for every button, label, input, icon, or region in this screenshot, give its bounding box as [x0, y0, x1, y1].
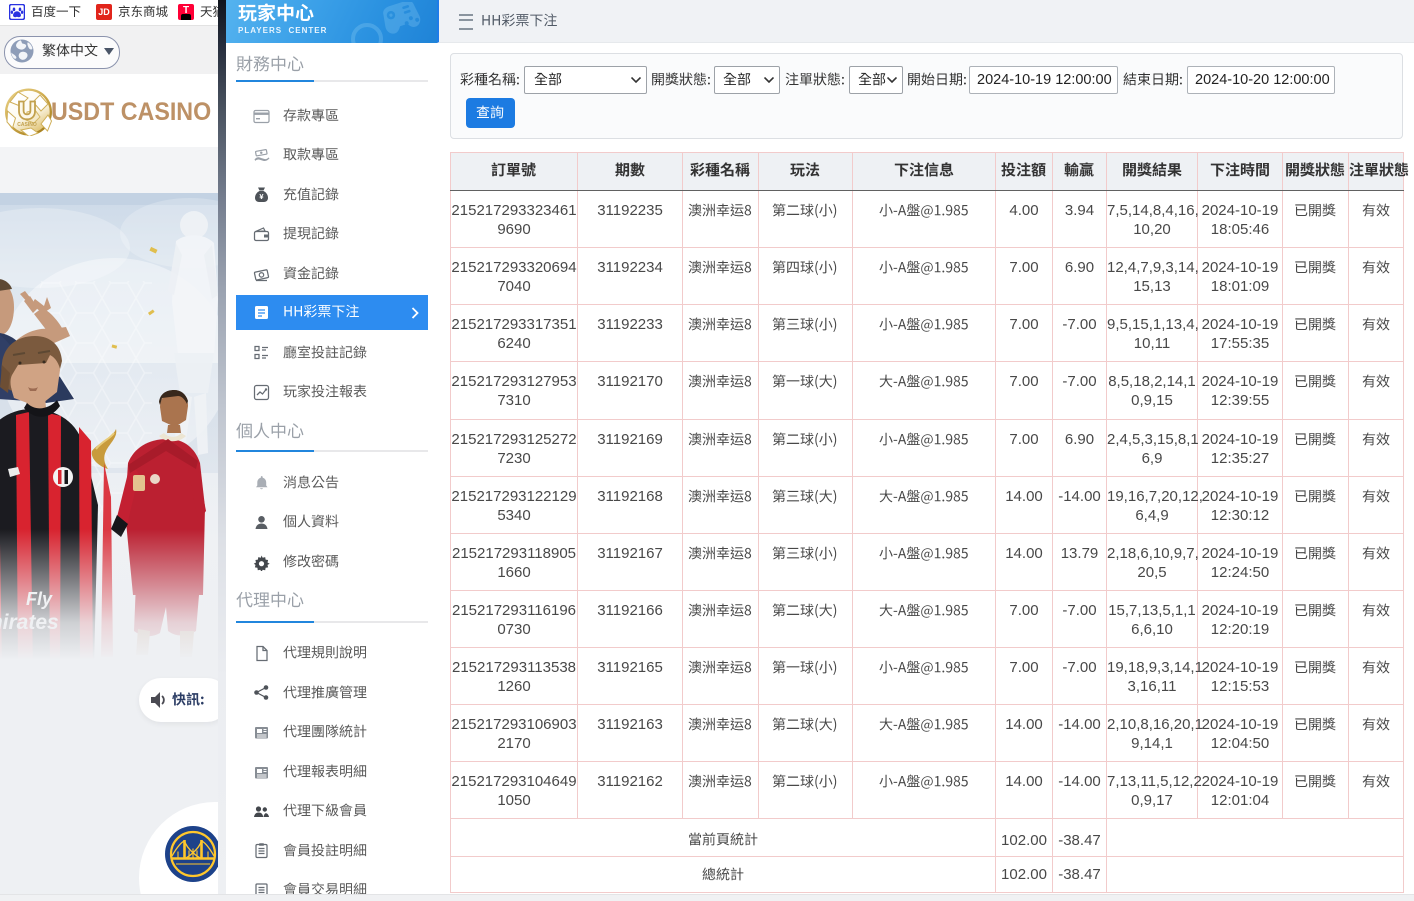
- svg-text:CASINO: CASINO: [17, 122, 37, 128]
